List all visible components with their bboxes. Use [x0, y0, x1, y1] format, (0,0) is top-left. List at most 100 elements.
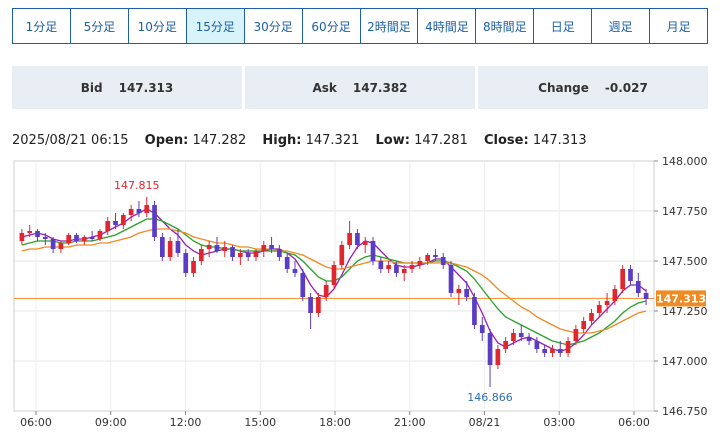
tab-timeframe[interactable]: 10分足 — [128, 9, 187, 43]
candle-body — [144, 205, 150, 213]
price-tag-label: 147.313 — [656, 292, 706, 305]
candle-body — [643, 293, 649, 299]
candle-body — [97, 231, 103, 239]
candle-body — [433, 255, 438, 257]
quote-bar: Bid 147.313 Ask 147.382 Change -0.027 — [12, 66, 708, 109]
candle-body — [620, 269, 626, 289]
candle-body — [253, 251, 259, 257]
candle-body — [167, 241, 173, 257]
tab-timeframe[interactable]: 日足 — [534, 9, 593, 43]
candle-body — [557, 349, 563, 353]
candle-body — [27, 231, 33, 233]
open-label: Open: — [144, 133, 189, 148]
candle-body — [401, 269, 407, 273]
candle-body — [222, 247, 228, 251]
x-tick-label: 06:00 — [618, 416, 650, 429]
candle-body — [425, 255, 430, 261]
candle-body — [261, 245, 267, 251]
close-label: Close: — [484, 133, 529, 148]
candle-body — [596, 305, 602, 313]
tab-timeframe[interactable]: 週足 — [592, 9, 651, 43]
candle-body — [503, 341, 508, 349]
change-box: Change -0.027 — [478, 66, 708, 109]
y-tick-label: 147.500 — [662, 255, 708, 268]
candle-body — [456, 289, 462, 293]
candle-body — [394, 265, 399, 273]
candle-body — [238, 253, 243, 257]
ask-value: 147.382 — [352, 80, 408, 95]
candle-body — [245, 253, 251, 257]
low-annotation: 146.866 — [467, 391, 513, 404]
candle-body — [386, 265, 391, 269]
x-tick-label: 12:00 — [170, 416, 202, 429]
candle-body — [269, 245, 274, 249]
candle-body — [534, 341, 540, 349]
tab-timeframe[interactable]: 8時間足 — [476, 9, 535, 43]
x-tick-label: 15:00 — [244, 416, 276, 429]
timeframe-tabs: 1分足 5分足 10分足 15分足 30分足 60分足 2時間足 4時間足 8時間足 日足 週足 月足 — [12, 8, 708, 44]
candle-body — [128, 209, 134, 215]
ask-box: Ask 147.382 — [245, 66, 475, 109]
candle-body — [58, 243, 64, 249]
candle-body — [472, 297, 477, 325]
candle-body — [292, 269, 298, 273]
candlestick-chart[interactable]: 148.000 147.750 147.500 147.250 147.000 146.7… — [0, 148, 720, 436]
candle-body — [300, 273, 306, 297]
candle-body — [573, 329, 579, 341]
candle-body — [409, 265, 415, 269]
candle-body — [316, 297, 321, 313]
bid-label: Bid — [80, 80, 103, 95]
tab-timeframe[interactable]: 5分足 — [70, 9, 129, 43]
tab-timeframe[interactable]: 月足 — [650, 9, 708, 43]
candle-body — [175, 241, 181, 253]
candle-body — [518, 333, 524, 337]
candle-body — [277, 249, 282, 257]
candle-body — [355, 233, 360, 245]
x-tick-label: 08/21 — [469, 416, 501, 429]
low-label: Low: — [375, 133, 410, 148]
candle-body — [35, 231, 40, 237]
candle-body — [74, 235, 79, 241]
candle-body — [628, 269, 633, 281]
candle-body — [19, 233, 25, 241]
candle-body — [42, 237, 48, 239]
high-annotation: 147.815 — [114, 179, 160, 192]
x-tick-label: 18:00 — [319, 416, 351, 429]
ask-label: Ask — [312, 80, 337, 95]
tab-timeframe[interactable]: 4時間足 — [418, 9, 477, 43]
candle-body — [308, 297, 313, 313]
tab-timeframe[interactable]: 60分足 — [302, 9, 361, 43]
tab-timeframe[interactable]: 2時間足 — [360, 9, 419, 43]
candle-body — [464, 289, 469, 297]
candle-body — [417, 261, 423, 265]
candle-body — [378, 261, 384, 269]
tab-timeframe[interactable]: 1分足 — [13, 9, 71, 43]
bid-value: 147.313 — [118, 80, 174, 95]
candle-body — [183, 253, 189, 273]
change-label: Change — [538, 80, 589, 95]
candle-body — [199, 249, 204, 261]
tab-timeframe[interactable]: 15分足 — [186, 9, 245, 43]
ohlc-datetime: 2025/08/21 06:15 — [12, 133, 129, 148]
y-tick-label: 146.750 — [662, 405, 708, 418]
change-value: -0.027 — [604, 80, 648, 95]
high-value: 147.321 — [305, 133, 360, 148]
candle-body — [635, 281, 641, 293]
candle-body — [370, 241, 376, 261]
y-tick-label: 147.250 — [662, 305, 708, 318]
candle-body — [113, 221, 118, 225]
candle-body — [206, 245, 212, 249]
bid-box: Bid 147.313 — [12, 66, 242, 109]
candle-body — [191, 261, 196, 273]
candle-body — [495, 349, 501, 365]
candle-body — [487, 333, 493, 365]
candle-body — [50, 239, 56, 249]
x-tick-label: 09:00 — [95, 416, 127, 429]
candle-body — [339, 245, 345, 265]
tab-timeframe[interactable]: 30分足 — [244, 9, 303, 43]
candle-body — [362, 241, 368, 245]
candle-body — [589, 313, 594, 321]
candle-body — [81, 237, 87, 241]
y-tick-label: 147.000 — [662, 355, 708, 368]
candle-body — [152, 205, 157, 237]
